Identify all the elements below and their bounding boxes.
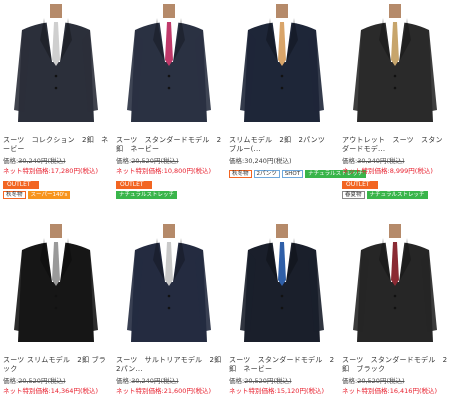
- product-name[interactable]: スーツ スタンダードモデル 2釦 ネービー: [229, 356, 335, 374]
- product-card[interactable]: スーツ スタンダードモデル 2釦 ネービー 価格:20,520円(税込) ネット…: [226, 220, 339, 400]
- product-sale-price: ネット特別価格:15,120円(税込): [229, 387, 325, 395]
- suit-figure-icon: [127, 224, 211, 342]
- product-price: 価格:30,240円(税込): [116, 377, 179, 385]
- suit-figure-icon: [240, 224, 324, 342]
- product-price: 価格:20,520円(税込): [342, 377, 405, 385]
- product-card[interactable]: スーツ サルトリアモデル 2釦 2パン... 価格:30,240円(税込) ネッ…: [113, 220, 228, 400]
- product-sale-price: ネット特別価格:8,999円(税込): [342, 167, 433, 175]
- product-name[interactable]: スーツ スリムモデル 2釦 ブラック: [3, 356, 109, 374]
- outlet-badge: OUTLET: [3, 181, 39, 189]
- product-image[interactable]: [230, 0, 334, 126]
- product-name[interactable]: スーツ コレクション 2釦 ネービー: [3, 136, 109, 154]
- product-sale-price: ネット特別価格:21,600円(税込): [116, 387, 212, 395]
- product-card[interactable]: スリムモデル 2釦 2パンツ ブルー(... 価格:30,240円(税込) 秋冬…: [226, 0, 367, 200]
- product-card[interactable]: アウトレット スーツ スタンダードモデ... 価格:30,240円(税込) ネッ…: [339, 0, 452, 200]
- suit-figure-icon: [14, 4, 98, 122]
- product-sale-price: ネット特別価格:17,280円(税込): [3, 167, 99, 175]
- suit-figure-icon: [127, 4, 211, 122]
- product-price: 価格:20,520円(税込): [3, 377, 66, 385]
- product-card[interactable]: スーツ スタンダードモデル 2釦 ブラック 価格:20,520円(税込) ネット…: [339, 220, 452, 400]
- product-card[interactable]: スーツ スリムモデル 2釦 ブラック 価格:20,520円(税込) ネット特別価…: [0, 220, 113, 400]
- product-badges: OUTLET ナチュラルストレッチ: [116, 180, 224, 199]
- suit-figure-icon: [353, 4, 437, 122]
- season-tag: 秋冬物: [3, 191, 26, 199]
- product-image[interactable]: [230, 220, 334, 346]
- outlet-badge: OUTLET: [342, 181, 378, 189]
- season-tag: 秋冬物: [229, 170, 252, 178]
- product-price: 価格:30,240円(税込): [229, 157, 292, 165]
- product-grid: スーツ コレクション 2釦 ネービー 価格:30,240円(税込) ネット特別価…: [0, 0, 453, 400]
- product-image[interactable]: [117, 0, 221, 126]
- product-card[interactable]: スーツ スタンダードモデル 2釦 ネービー 価格:20,520円(税込) ネット…: [113, 0, 226, 200]
- product-badges: OUTLET 秋冬物 スーパー140's: [3, 180, 111, 199]
- fabric-tag: スーパー140's: [27, 191, 71, 199]
- product-badges: OUTLET 春夏物 ナチュラルストレッチ: [342, 180, 450, 199]
- product-name[interactable]: スーツ サルトリアモデル 2釦 2パン...: [116, 356, 228, 374]
- two-pants-tag: 2パンツ: [253, 170, 280, 178]
- product-name[interactable]: スーツ スタンダードモデル 2釦 ブラック: [342, 356, 448, 374]
- product-image[interactable]: [4, 220, 108, 346]
- suit-figure-icon: [14, 224, 98, 342]
- product-name[interactable]: スリムモデル 2釦 2パンツ ブルー(...: [229, 136, 335, 154]
- stretch-tag: ナチュラルストレッチ: [116, 191, 178, 199]
- product-image[interactable]: [4, 0, 108, 126]
- product-sale-price: ネット特別価格:10,800円(税込): [116, 167, 212, 175]
- product-image[interactable]: [117, 220, 221, 346]
- suit-figure-icon: [353, 224, 437, 342]
- product-price: 価格:30,240円(税込): [342, 157, 405, 165]
- product-name[interactable]: アウトレット スーツ スタンダードモデ...: [342, 136, 448, 154]
- product-name[interactable]: スーツ スタンダードモデル 2釦 ネービー: [116, 136, 222, 154]
- shot-tag: SHOT: [281, 170, 304, 178]
- product-image[interactable]: [343, 220, 447, 346]
- product-card[interactable]: スーツ コレクション 2釦 ネービー 価格:30,240円(税込) ネット特別価…: [0, 0, 113, 200]
- product-image[interactable]: [343, 0, 447, 126]
- product-price: 価格:20,520円(税込): [116, 157, 179, 165]
- suit-figure-icon: [240, 4, 324, 122]
- product-sale-price: ネット特別価格:14,364円(税込): [3, 387, 99, 395]
- product-price: 価格:20,520円(税込): [229, 377, 292, 385]
- product-price: 価格:30,240円(税込): [3, 157, 66, 165]
- product-sale-price: ネット特別価格:16,416円(税込): [342, 387, 438, 395]
- product-badges: 秋冬物 2パンツ SHOT ナチュラルストレッチ: [229, 170, 367, 178]
- season-tag: 春夏物: [342, 191, 365, 199]
- stretch-tag: ナチュラルストレッチ: [366, 191, 428, 199]
- outlet-badge: OUTLET: [116, 181, 152, 189]
